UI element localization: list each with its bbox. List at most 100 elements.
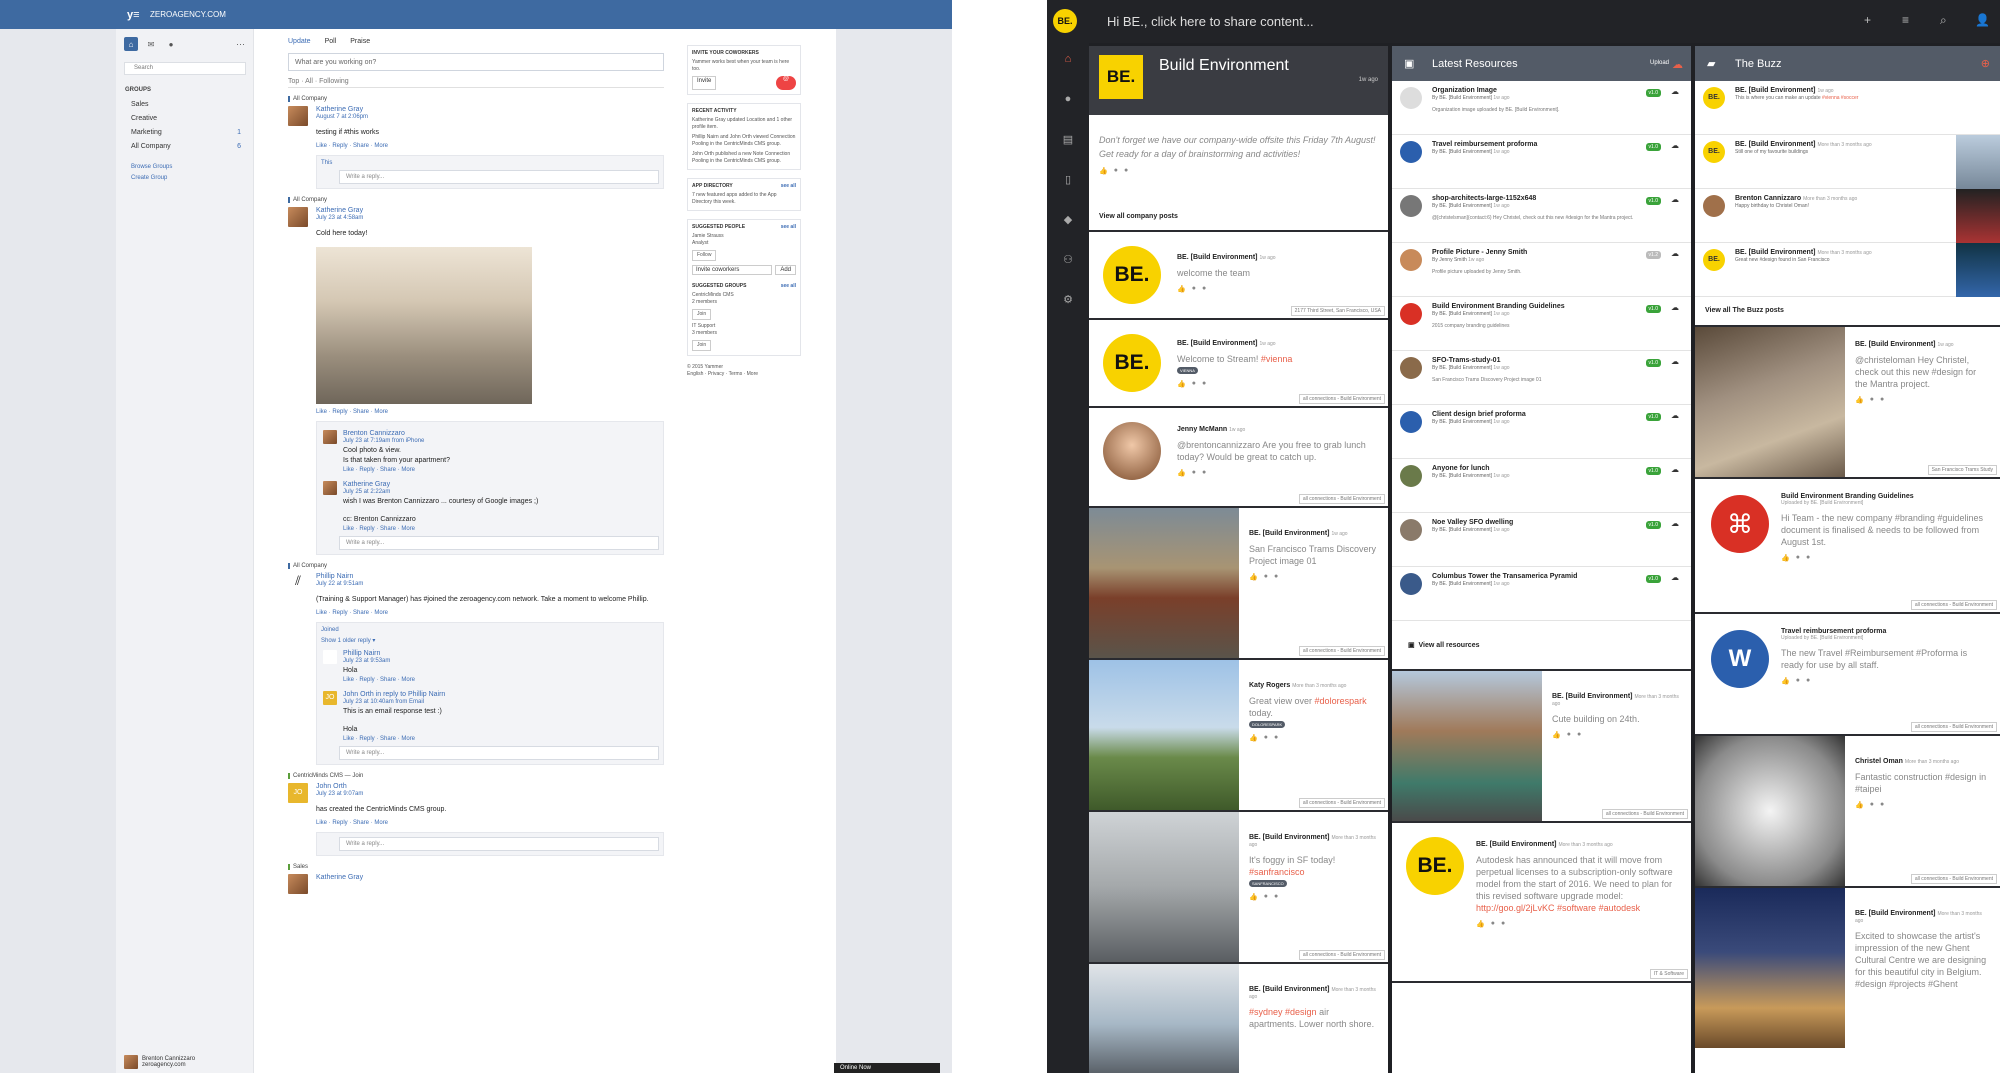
card-author[interactable]: BE. [Build Environment] — [1855, 910, 1936, 917]
group-creative[interactable]: Creative — [131, 115, 241, 122]
resource-item[interactable]: Organization Image By BE. [Build Environm… — [1392, 81, 1691, 135]
add-post-icon[interactable]: ⊕ — [1981, 57, 1990, 70]
avatar[interactable] — [323, 481, 337, 495]
card-author[interactable]: BE. [Build Environment] — [1249, 986, 1330, 993]
resource-item[interactable]: Columbus Tower the Transamerica Pyramid B… — [1392, 567, 1691, 621]
share-icon[interactable]: ● — [1124, 167, 1128, 175]
inbox-icon[interactable]: ✉ — [144, 37, 158, 51]
publisher-input[interactable]: What are you working on? — [288, 53, 664, 71]
activity-item[interactable]: Phillip Nairn and John Orth viewed Conne… — [692, 134, 796, 148]
document-icon[interactable]: ▯ — [1060, 173, 1076, 189]
search-input[interactable]: Search — [124, 62, 246, 75]
upload-button[interactable]: Upload — [1650, 60, 1669, 66]
reply-actions[interactable]: Like · Reply · Share · More — [343, 526, 538, 532]
post-author[interactable]: Phillip Nairn — [316, 573, 664, 580]
card-actions[interactable]: 👍 ● ● — [1177, 469, 1377, 477]
download-icon[interactable]: ☁ — [1671, 411, 1679, 420]
browse-groups-link[interactable]: Browse Groups — [131, 164, 172, 170]
download-icon[interactable]: ☁ — [1671, 357, 1679, 366]
resource-item[interactable]: Noe Valley SFO dwelling By BE. [Build Env… — [1392, 513, 1691, 567]
reply-author[interactable]: Katherine Gray — [343, 481, 538, 488]
buzz-thumb[interactable] — [1956, 135, 2000, 189]
reply-time[interactable]: July 23 at 9:53am — [343, 658, 415, 664]
card-hashtag[interactable]: #sanfrancisco — [1249, 867, 1305, 877]
post-group[interactable]: CentricMinds CMS — Join — [288, 773, 664, 779]
group-all-company[interactable]: All Company 6 — [131, 143, 241, 150]
download-icon[interactable]: ☁ — [1671, 249, 1679, 258]
buzz-author[interactable]: BE. [Build Environment] — [1735, 87, 1816, 94]
post-author[interactable]: Katherine Gray — [316, 207, 664, 214]
home-icon[interactable]: ⌂ — [1060, 53, 1076, 69]
buzz-item[interactable]: Brenton Cannizzaro More than 3 months ag… — [1695, 189, 2000, 243]
reply-time[interactable]: July 23 at 10:40am from Email — [343, 699, 445, 705]
post-group[interactable]: All Company — [288, 197, 664, 203]
avatar[interactable]: JO — [288, 783, 308, 803]
card-author[interactable]: Christel Oman — [1855, 758, 1903, 765]
current-user[interactable]: Brenton Cannizzaro zeroagency.com — [124, 1055, 195, 1069]
avatar[interactable] — [288, 106, 308, 126]
avatar[interactable]: JO — [323, 691, 337, 705]
post-actions[interactable]: Like · Reply · Share · More — [316, 820, 664, 826]
card-author[interactable]: BE. [Build Environment] — [1249, 834, 1330, 841]
post-actions[interactable]: Like · Reply · Share · More — [316, 610, 664, 616]
card-actions[interactable]: 👍 ● ● — [1855, 396, 1991, 404]
resource-item[interactable]: Client design brief proforma By BE. [Buil… — [1392, 405, 1691, 459]
file-title[interactable]: Build Environment Branding Guidelines — [1781, 493, 1991, 500]
resource-item[interactable]: Profile Picture - Jenny Smith By Jenny Sm… — [1392, 243, 1691, 297]
feed-tabs[interactable]: Top · All · Following — [288, 78, 664, 88]
home-icon[interactable]: ⌂ — [124, 37, 138, 51]
avatar[interactable] — [323, 650, 337, 664]
invite-button[interactable]: Invite — [692, 76, 717, 90]
ghent-photo[interactable] — [1695, 888, 1845, 1048]
post-actions[interactable]: Like · Reply · Share · More — [316, 143, 664, 149]
post-time[interactable]: July 23 at 9:07am — [316, 791, 664, 797]
card-author[interactable]: BE. [Build Environment] — [1552, 693, 1633, 700]
add-button[interactable]: Add — [775, 265, 796, 275]
card-actions[interactable]: 👍 ● ● — [1177, 285, 1377, 293]
update-tab[interactable]: Update — [288, 38, 311, 45]
park-photo[interactable] — [1089, 660, 1239, 810]
card-actions[interactable]: 👍 ● ● — [1249, 893, 1379, 901]
download-icon[interactable]: ☁ — [1671, 573, 1679, 582]
download-icon[interactable]: ☁ — [1671, 519, 1679, 528]
card-actions[interactable]: 👍 ● ● — [1249, 573, 1379, 581]
card-link[interactable]: http://goo.gl/2jLvKC #software #autodesk — [1476, 902, 1681, 914]
person-name[interactable]: Jamie Strauss — [692, 233, 796, 240]
reply-author[interactable]: John Orth in reply to Phillip Nairn — [343, 691, 445, 698]
group-marketing[interactable]: Marketing 1 — [131, 129, 241, 136]
resource-item[interactable]: SFO-Trams-study-01 By BE. [Build Environm… — [1392, 351, 1691, 405]
architecture-photo[interactable] — [1695, 327, 1845, 477]
praise-tab[interactable]: Praise — [350, 38, 370, 45]
card-actions[interactable]: 👍 ● ● — [1552, 731, 1682, 739]
online-now-bar[interactable]: Online Now — [834, 1063, 940, 1073]
reply-time[interactable]: July 23 at 7:19am from iPhone — [343, 438, 450, 444]
activity-item[interactable]: Katherine Gray updated Location and 1 ot… — [692, 117, 796, 131]
buzz-thumb[interactable] — [1956, 243, 2000, 297]
view-all-resources[interactable]: View all resources — [1419, 642, 1480, 649]
apps-see-all[interactable]: see all — [781, 183, 796, 189]
reply-time[interactable]: July 25 at 2:22am — [343, 489, 538, 495]
reply-author[interactable]: Brenton Cannizzaro — [343, 430, 450, 437]
card-hashtag[interactable]: #sydney #design — [1249, 1007, 1317, 1017]
avatar[interactable] — [288, 207, 308, 227]
card-actions[interactable]: 👍 ● ● — [1855, 801, 1991, 809]
card-hashtag[interactable]: #vienna — [1261, 354, 1293, 364]
resource-item[interactable]: Anyone for lunch By BE. [Build Environmen… — [1392, 459, 1691, 513]
download-icon[interactable]: ☁ — [1671, 303, 1679, 312]
phillip-avatar-icon[interactable]: ⫽ — [288, 573, 308, 593]
buzz-item[interactable]: BE. BE. [Build Environment] More than 3 m… — [1695, 135, 2000, 189]
view-all-buzz[interactable]: View all The Buzz posts — [1695, 297, 2000, 327]
resource-item[interactable]: Travel reimbursement proforma By BE. [Bui… — [1392, 135, 1691, 189]
card-actions[interactable]: 👍 ● ● — [1476, 920, 1681, 928]
post-actions[interactable]: Like · Reply · Share · More — [316, 409, 664, 415]
comment-icon[interactable]: ● — [1114, 167, 1118, 175]
reply-actions[interactable]: Like · Reply · Share · More — [343, 736, 445, 742]
search-icon[interactable]: ⌕ — [1940, 13, 1947, 28]
fog-photo[interactable] — [1089, 812, 1239, 962]
card-author[interactable]: BE. [Build Environment] — [1177, 254, 1258, 261]
view-all-company-posts[interactable]: View all company posts — [1099, 213, 1178, 220]
share-prompt[interactable]: Hi BE., click here to share content... — [1107, 14, 1314, 29]
post-photo[interactable] — [316, 247, 532, 404]
card-author[interactable]: BE. [Build Environment] — [1855, 341, 1936, 348]
post-author[interactable]: Katherine Gray — [316, 874, 664, 881]
